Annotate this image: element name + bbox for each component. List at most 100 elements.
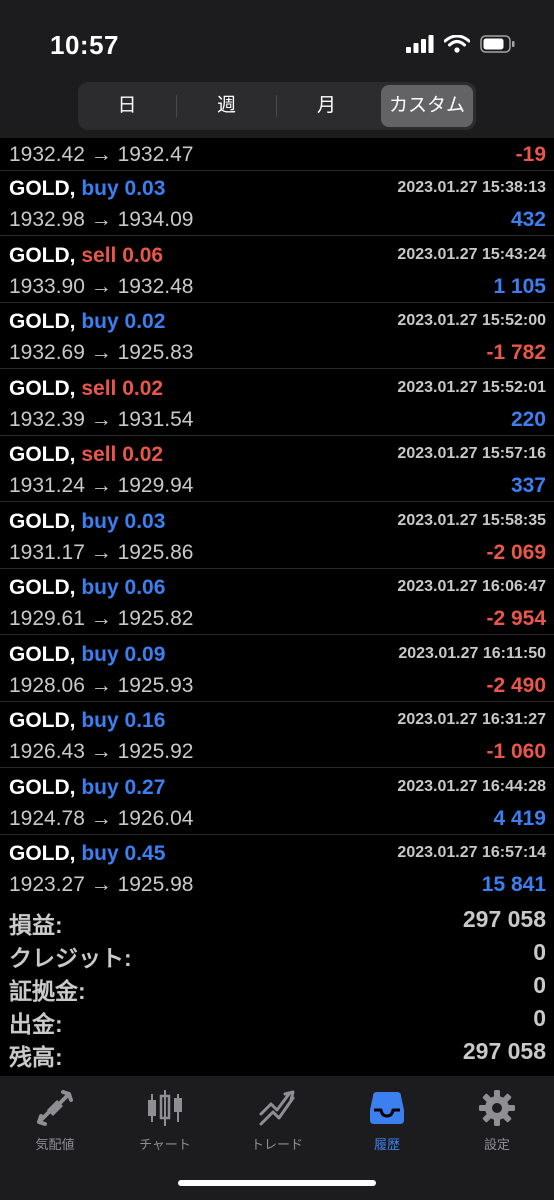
trade-symbol-side: GOLD, sell 0.02	[9, 443, 163, 467]
trade-symbol-side: GOLD, buy 0.03	[9, 510, 165, 534]
trade-profit: -2 490	[486, 673, 546, 697]
trade-symbol: GOLD,	[9, 177, 76, 200]
tab-history[interactable]: 履歴	[332, 1086, 442, 1153]
trade-time: 2023.01.27 15:43:24	[397, 245, 546, 263]
summary-label: 損益:	[9, 912, 63, 938]
trade-row-partial[interactable]: 1932.42 → 1932.47 -19	[0, 138, 554, 171]
trade-profit: -1 782	[486, 341, 546, 364]
tab-month[interactable]: 月	[277, 85, 376, 127]
summary-value: 297 058	[462, 1038, 546, 1064]
trade-profit: 432	[510, 208, 546, 231]
summary-value: 0	[533, 972, 546, 998]
summary-label: 証拠金:	[9, 978, 86, 1004]
tab-week[interactable]: 週	[177, 85, 276, 127]
trade-prices: 1932.98 → 1934.09	[9, 208, 194, 231]
trade-row[interactable]: GOLD, buy 0.16 2023.01.27 16:31:27 1926.43…	[0, 702, 554, 768]
summary-value: 0	[533, 1005, 546, 1031]
trade-profit: 1 105	[493, 274, 546, 298]
trade-side: buy 0.27	[81, 775, 166, 799]
trade-symbol-side: GOLD, buy 0.09	[9, 643, 165, 667]
trade-time: 2023.01.27 16:31:27	[397, 711, 546, 728]
summary-label: クレジット:	[9, 945, 132, 971]
tab-trade[interactable]: トレード	[222, 1086, 332, 1153]
trade-prices: 1932.39 → 1931.54	[9, 407, 194, 431]
settings-icon	[479, 1090, 515, 1126]
trade-prices: 1928.06 → 1925.93	[9, 673, 194, 697]
trade-row[interactable]: GOLD, buy 0.27 2023.01.27 16:44:28 1924.78…	[0, 769, 554, 835]
tab-chart[interactable]: チャート	[110, 1086, 220, 1153]
trade-side: buy 0.16	[81, 709, 166, 732]
trade-prices: 1932.69 → 1925.83	[9, 341, 194, 364]
trade-profit: -2 954	[486, 607, 546, 630]
trade-row[interactable]: GOLD, sell 0.02 2023.01.27 15:52:01 1932.3…	[0, 370, 554, 436]
trade-row[interactable]: GOLD, buy 0.02 2023.01.27 15:52:00 1932.69…	[0, 303, 554, 369]
trade-history-list[interactable]: 1932.42 → 1932.47 -19 GOLD, buy 0.03 2023…	[0, 138, 554, 900]
history-icon	[370, 1092, 404, 1124]
trade-side: buy 0.09	[81, 642, 166, 666]
trade-symbol: GOLD,	[9, 376, 76, 400]
trade-row[interactable]: GOLD, sell 0.06 2023.01.27 15:43:24 1933.9…	[0, 237, 554, 303]
summary-label: 出金:	[9, 1011, 63, 1037]
trade-symbol: GOLD,	[9, 842, 76, 865]
tab-settings[interactable]: 設定	[442, 1086, 552, 1153]
trade-symbol: GOLD,	[9, 642, 76, 666]
trade-time: 2023.01.27 16:57:14	[397, 844, 546, 861]
trade-row[interactable]: GOLD, buy 0.06 2023.01.27 16:06:47 1929.61…	[0, 569, 554, 635]
tab-label: 気配値	[35, 1137, 75, 1152]
trade-symbol: GOLD,	[9, 576, 76, 599]
tab-label: チャート	[139, 1137, 191, 1152]
tab-day[interactable]: 日	[78, 85, 176, 127]
trade-symbol: GOLD,	[9, 310, 76, 333]
trade-time: 2023.01.27 15:58:35	[397, 511, 546, 529]
wifi-icon	[444, 35, 470, 53]
account-summary: 損益: 297 058 クレジット: 0 証拠金: 0 出金: 0 残高: 29…	[0, 904, 554, 1070]
header: 10:57 日 週 月 カスタム	[0, 0, 554, 138]
trade-time: 2023.01.27 16:11:50	[398, 644, 546, 662]
period-selector: 日 週 月 カスタム	[78, 82, 476, 130]
summary-value: 0	[533, 939, 546, 965]
trade-time: 2023.01.27 16:44:28	[397, 777, 546, 795]
tab-label: 履歴	[373, 1137, 400, 1152]
trade-symbol: GOLD,	[9, 709, 76, 732]
trade-prices: 1929.61 → 1925.82	[9, 607, 194, 630]
trade-side: buy 0.45	[81, 842, 166, 865]
status-icons	[406, 34, 516, 54]
trade-side: buy 0.03	[81, 509, 166, 533]
trade-time: 2023.01.27 15:57:16	[397, 445, 546, 462]
summary-profit-row: 損益: 297 058	[0, 904, 554, 938]
tab-label: 設定	[483, 1137, 510, 1152]
trade-time: 2023.01.27 15:38:13	[397, 179, 546, 196]
trade-profit: -19	[515, 143, 546, 166]
trade-row[interactable]: GOLD, buy 0.03 2023.01.27 15:58:35 1931.17…	[0, 503, 554, 569]
trade-profit: -1 060	[486, 740, 546, 763]
trade-symbol-side: GOLD, buy 0.06	[9, 576, 165, 600]
trade-row[interactable]: GOLD, sell 0.02 2023.01.27 15:57:16 1931.2…	[0, 436, 554, 502]
trade-side: sell 0.02	[81, 443, 164, 466]
trade-prices: 1926.43 → 1925.92	[9, 740, 194, 763]
trade-row[interactable]: GOLD, buy 0.03 2023.01.27 15:38:13 1932.98…	[0, 170, 554, 236]
summary-withdrawal-row: 出金: 0	[0, 1003, 554, 1037]
trade-profit: 4 419	[493, 806, 546, 830]
trade-side: sell 0.06	[81, 243, 164, 267]
trade-row[interactable]: GOLD, buy 0.45 2023.01.27 16:57:14 1923.27…	[0, 835, 554, 900]
trade-prices: 1923.27 → 1925.98	[9, 873, 194, 896]
trade-time: 2023.01.27 15:52:01	[397, 378, 546, 396]
trade-symbol: GOLD,	[9, 443, 76, 466]
trade-prices: 1932.42 → 1932.47	[9, 143, 194, 166]
trade-icon	[259, 1090, 295, 1126]
quotes-icon	[37, 1090, 73, 1126]
trade-side: sell 0.02	[81, 376, 164, 400]
summary-balance-row: 残高: 297 058	[0, 1036, 554, 1070]
trade-symbol-side: GOLD, buy 0.16	[9, 709, 165, 733]
tab-custom[interactable]: カスタム	[381, 85, 473, 127]
tab-quotes[interactable]: 気配値	[0, 1086, 110, 1153]
summary-credit-row: クレジット: 0	[0, 937, 554, 971]
tab-label: トレード	[250, 1137, 303, 1152]
summary-value: 297 058	[462, 906, 546, 932]
trade-row[interactable]: GOLD, buy 0.09 2023.01.27 16:11:50 1928.06…	[0, 636, 554, 702]
summary-margin-row: 証拠金: 0	[0, 970, 554, 1004]
trade-profit: -2 069	[486, 540, 546, 564]
signal-icon	[406, 35, 434, 53]
trade-symbol: GOLD,	[9, 243, 76, 267]
trade-profit: 220	[510, 407, 546, 431]
